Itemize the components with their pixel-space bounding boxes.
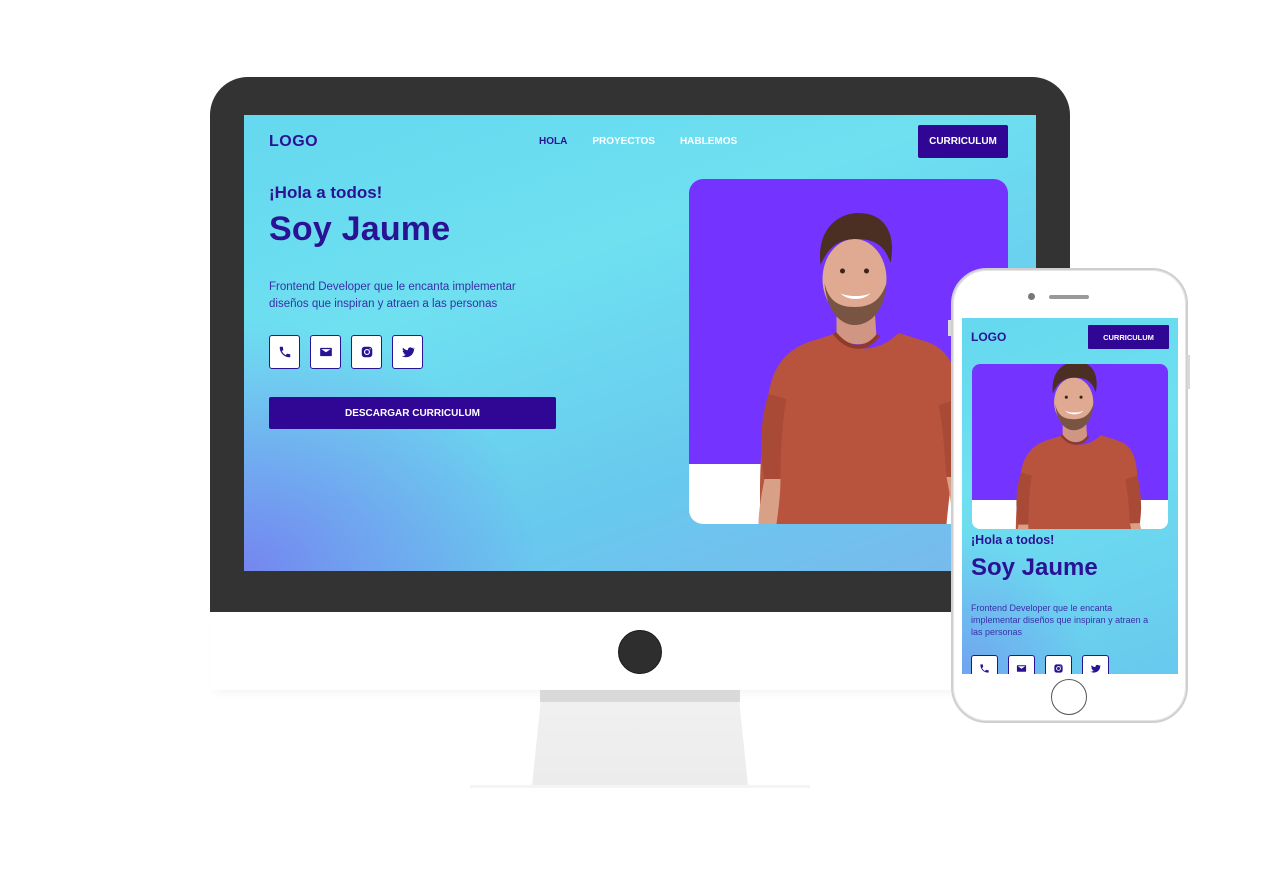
mail-link[interactable]: [310, 335, 341, 369]
description: Frontend Developer que le encanta implem…: [269, 281, 516, 310]
nav-hola[interactable]: HOLA: [539, 136, 567, 147]
twitter-icon: [401, 345, 415, 359]
twitter-link[interactable]: [392, 335, 423, 369]
mobile-greeting: ¡Hola a todos!: [971, 533, 1055, 547]
page-title: Soy Jaume: [269, 210, 451, 248]
monitor-power-button: [618, 630, 662, 674]
greeting: ¡Hola a todos!: [269, 183, 383, 202]
mobile-screen: LOGO CURRICULUM ¡Hola a todos! Soy Jaume…: [962, 318, 1178, 674]
mobile-profile-photo: [972, 364, 1168, 529]
download-curriculum-button[interactable]: DESCARGAR CURRICULUM: [269, 397, 556, 429]
phone-link[interactable]: [269, 335, 300, 369]
mobile-mail-link[interactable]: [1008, 655, 1035, 674]
desktop-screen: LOGO HOLA PROYECTOS HABLEMOS CURRICULUM …: [244, 115, 1036, 571]
mobile-social-links: [971, 655, 1109, 674]
monitor-stand-base: [470, 785, 810, 788]
main-nav: HOLA PROYECTOS HABLEMOS: [539, 136, 737, 147]
mobile-page-title: Soy Jaume: [971, 554, 1098, 581]
mobile-logo[interactable]: LOGO: [971, 330, 1006, 344]
mobile-person-illustration: [972, 364, 1168, 529]
instagram-link[interactable]: [351, 335, 382, 369]
phone-icon: [979, 663, 990, 674]
mobile-curriculum-button[interactable]: CURRICULUM: [1088, 325, 1169, 349]
phone-camera: [1028, 293, 1035, 300]
nav-hablemos[interactable]: HABLEMOS: [680, 136, 737, 147]
mobile-phone-link[interactable]: [971, 655, 998, 674]
phone-home-button: [1051, 679, 1087, 715]
mobile-instagram-link[interactable]: [1045, 655, 1072, 674]
logo[interactable]: LOGO: [269, 133, 318, 151]
monitor-stand-neck: [540, 690, 740, 702]
instagram-icon: [360, 345, 374, 359]
mobile-twitter-link[interactable]: [1082, 655, 1109, 674]
monitor-stand: [532, 702, 748, 786]
phone-side-button: [1187, 355, 1190, 389]
mobile-description: Frontend Developer que le encanta implem…: [971, 603, 1149, 637]
nav-proyectos[interactable]: PROYECTOS: [592, 136, 655, 147]
social-links: [269, 335, 423, 369]
phone-icon: [278, 345, 292, 359]
phone-volume-button: [948, 320, 951, 336]
mail-icon: [319, 345, 333, 359]
curriculum-button[interactable]: CURRICULUM: [918, 125, 1008, 158]
twitter-icon: [1090, 663, 1101, 674]
phone-speaker: [1049, 295, 1089, 299]
instagram-icon: [1053, 663, 1064, 674]
mail-icon: [1016, 663, 1027, 674]
